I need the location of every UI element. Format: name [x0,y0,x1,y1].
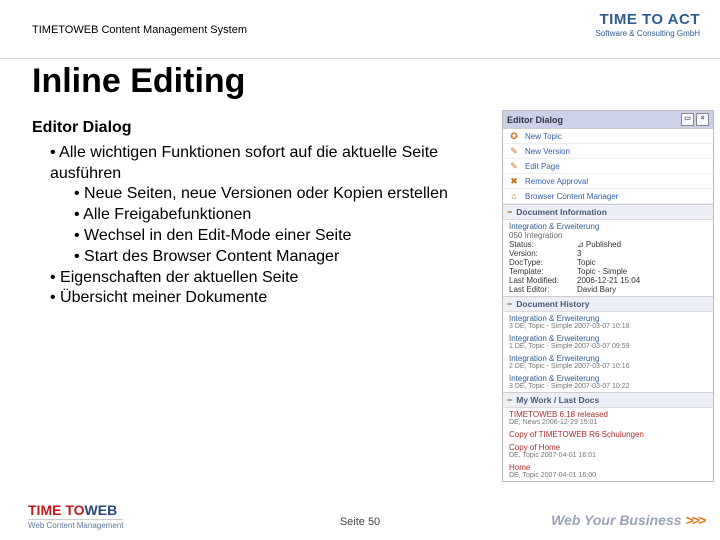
logo-line2: Software & Consulting GmbH [596,30,701,38]
sub-bullet: Alle Freigabefunktionen [74,205,462,226]
sub-bullet: Start des Browser Content Manager [74,247,462,268]
header-label: TIMETOWEB Content Management System [32,24,247,36]
menu-remove-approval[interactable]: ✖Remove Approval [503,174,713,189]
mywork-item[interactable]: Copy of TIMETOWEB R6 Schulungen [503,428,713,441]
menu-new-version[interactable]: ✎New Version [503,144,713,159]
sub-bullet: Neue Seiten, neue Versionen oder Kopien … [74,184,462,205]
sub-bullet: Wechsel in den Edit-Mode einer Seite [74,226,462,247]
doc-info-sub: 050 Integration [509,231,707,240]
collapse-icon: − [507,395,512,405]
doc-info-block: Integration & Erweiterung 050 Integratio… [503,220,713,296]
panel-editor-dialog-header: Editor Dialog ▭ × [503,111,713,129]
doc-info-heading: Integration & Erweiterung [509,222,707,231]
history-item[interactable]: Integration & Erweiterung1 DE, Topic - S… [503,332,713,352]
section-my-work[interactable]: −My Work / Last Docs [503,392,713,408]
section-document-information[interactable]: −Document Information [503,204,713,220]
menu-browser-content-manager[interactable]: ⌂Browser Content Manager [503,189,713,204]
mywork-item[interactable]: HomeDE, Topic 2007-04-01 16:00 [503,461,713,481]
bullet: Übersicht meiner Dokumente [50,288,462,309]
edit-icon: ✎ [509,161,519,171]
arrows-icon: >>> [685,512,704,528]
slogan-web-your-business: Web Your Business >>> [551,512,704,528]
bullet: Eigenschaften der aktuellen Seite [50,268,462,289]
slide-body: Editor Dialog Alle wichtigen Funktionen … [32,118,462,309]
star-icon: ✪ [509,131,519,141]
window-icon[interactable]: ▭ [681,113,694,126]
history-item[interactable]: Integration & Erweiterung2 DE, Topic - S… [503,352,713,372]
home-icon: ⌂ [509,191,519,201]
menu-new-topic[interactable]: ✪New Topic [503,129,713,144]
collapse-icon: − [507,299,512,309]
close-icon[interactable]: × [696,113,709,126]
bullet: Alle wichtigen Funktionen sofort auf die… [50,143,462,268]
body-subtitle: Editor Dialog [32,118,462,139]
remove-icon: ✖ [509,176,519,186]
logo-line1: TIME TO ACT [600,11,701,28]
mywork-item[interactable]: TIMETOWEB 6.18 releasedDE, News 2006-12-… [503,408,713,428]
mywork-item[interactable]: Copy of HomeDE, Topic 2007-04-01 16:01 [503,441,713,461]
history-item[interactable]: Integration & Erweiterung3 DE, Topic - S… [503,372,713,392]
history-item[interactable]: Integration & Erweiterung3 DE, Topic - S… [503,312,713,332]
edit-icon: ✎ [509,146,519,156]
footer: TIME TOWEB Web Content Management Seite … [0,494,720,534]
editor-sidebar: Editor Dialog ▭ × ✪New Topic ✎New Versio… [502,110,714,482]
menu-edit-page[interactable]: ✎Edit Page [503,159,713,174]
collapse-icon: − [507,207,512,217]
slide-title: Inline Editing [32,62,245,101]
logo-time-to-act: TIME TO ACT Software & Consulting GmbH [596,12,701,38]
section-document-history[interactable]: −Document History [503,296,713,312]
